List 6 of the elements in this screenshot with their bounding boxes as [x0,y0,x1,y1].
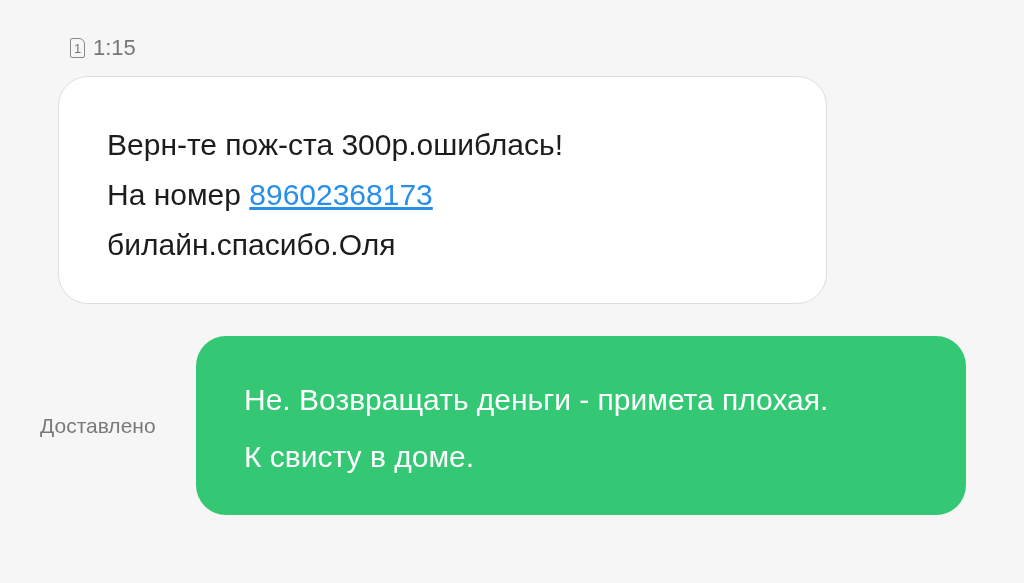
delivery-status: Доставлено [40,413,157,438]
message-time: 1:15 [93,35,136,61]
message-text: Не. Возвращать деньги - примета плохая. К свисту в доме. [244,382,830,475]
message-text: Верн-те пож-ста 300р.ошиблась! На номер 89602368173 билайн.спасибо.Оля [107,127,564,263]
phone-link[interactable]: 89602368173 [249,178,433,211]
sim-card-icon: 1 [70,38,85,58]
